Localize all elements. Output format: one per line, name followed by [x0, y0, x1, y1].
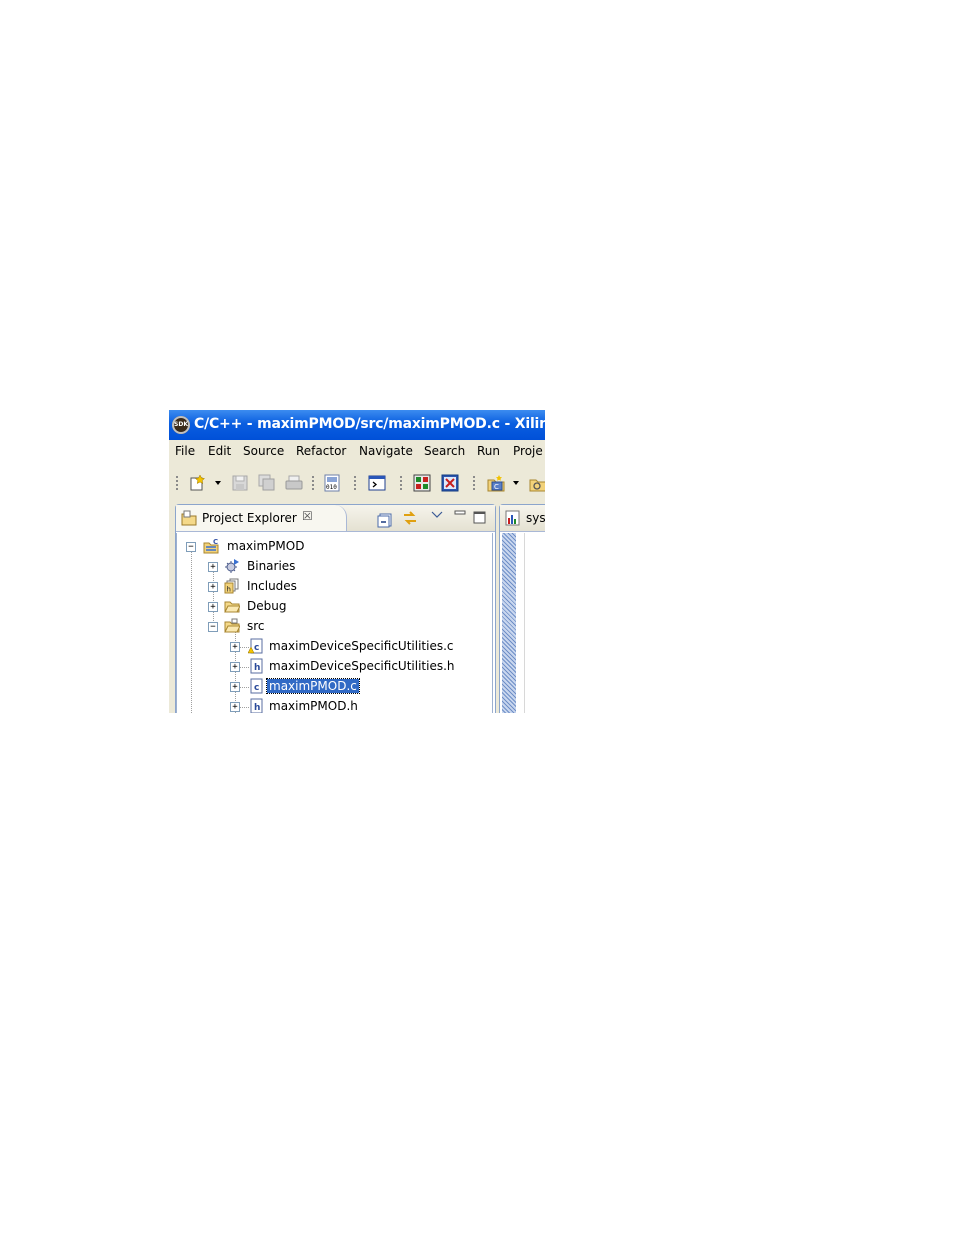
program-fpga-icon[interactable] — [413, 474, 431, 492]
expand-icon[interactable]: + — [230, 682, 240, 692]
link-with-editor-icon[interactable] — [402, 510, 418, 526]
tree-item-label: maximDeviceSpecificUtilities.h — [269, 659, 455, 673]
editor-ruler — [502, 533, 516, 713]
toolbar-separator — [354, 476, 356, 492]
tree-item-label: maximPMOD — [227, 539, 305, 553]
project-explorer-icon — [181, 510, 197, 526]
new-c-project-icon[interactable]: C — [487, 474, 505, 492]
svg-text:010: 010 — [326, 484, 337, 491]
title-bar[interactable]: SDK C/C++ - maximPMOD/src/maximPMOD.c - … — [169, 410, 545, 440]
minimize-icon[interactable] — [452, 508, 468, 524]
svg-text:C: C — [213, 538, 218, 546]
expand-icon[interactable]: + — [208, 562, 218, 572]
svg-text:h: h — [254, 703, 260, 713]
expand-icon[interactable]: + — [230, 662, 240, 672]
menu-source[interactable]: Source — [243, 444, 284, 458]
xilinx-tools-icon[interactable] — [441, 474, 459, 492]
svg-text:h: h — [227, 586, 231, 594]
project-explorer-tab[interactable]: Project Explorer ☒ — [176, 505, 347, 531]
toolbar-separator — [312, 476, 314, 492]
svg-text:h: h — [254, 663, 260, 673]
tree-item-includes[interactable]: + h Includes — [177, 578, 492, 596]
toolbar-separator — [176, 476, 178, 492]
menu-navigate[interactable]: Navigate — [359, 444, 413, 458]
menu-project[interactable]: Proje — [513, 444, 543, 458]
maximize-icon[interactable] — [472, 510, 488, 526]
c-source-file-icon: c — [250, 678, 263, 694]
expand-icon[interactable]: + — [230, 642, 240, 652]
svg-text:c: c — [254, 643, 259, 653]
new-project-dropdown-icon[interactable] — [513, 481, 519, 485]
close-icon[interactable]: ☒ — [302, 509, 313, 523]
new-icon[interactable] — [189, 474, 207, 492]
project-tree: − C maximPMOD + Binaries + h Includes + … — [176, 533, 493, 713]
toolbar-separator — [400, 476, 402, 492]
tree-item-label: maximDeviceSpecificUtilities.c — [269, 639, 454, 653]
window-title: C/C++ - maximPMOD/src/maximPMOD.c - Xili… — [194, 416, 545, 432]
terminal-icon[interactable] — [368, 474, 386, 492]
tree-item-label: Binaries — [247, 559, 296, 573]
project-explorer-panel: Project Explorer ☒ − C maximPMOD + Binar… — [175, 504, 496, 713]
tree-item-debug[interactable]: + Debug — [177, 598, 492, 616]
menu-bar: File Edit Source Refactor Navigate Searc… — [169, 440, 545, 462]
editor-panel: sys — [499, 504, 545, 713]
collapse-icon[interactable]: − — [186, 542, 196, 552]
tree-item-label: src — [247, 619, 265, 633]
svg-text:c: c — [254, 683, 259, 693]
new-dropdown-icon[interactable] — [215, 481, 221, 485]
source-folder-icon — [224, 618, 240, 633]
editor-tab-label: sys — [526, 511, 545, 525]
tree-item-file[interactable]: + h maximDeviceSpecificUtilities.h — [177, 658, 492, 676]
main-toolbar: 010 C — [169, 465, 545, 501]
open-folder-icon[interactable] — [529, 474, 545, 492]
binaries-icon — [225, 559, 239, 573]
svg-text:C: C — [494, 483, 499, 491]
expand-icon[interactable]: + — [230, 702, 240, 712]
save-all-icon[interactable] — [258, 474, 276, 492]
menu-file[interactable]: File — [175, 444, 195, 458]
expand-icon[interactable]: + — [208, 582, 218, 592]
tree-item-label: maximPMOD.c — [266, 678, 360, 694]
menu-run[interactable]: Run — [477, 444, 500, 458]
collapse-all-icon[interactable] — [377, 512, 393, 528]
tree-item-label: maximPMOD.h — [269, 699, 358, 713]
tree-item-binaries[interactable]: + Binaries — [177, 558, 492, 576]
tree-item-label: Debug — [247, 599, 287, 613]
build-binary-icon[interactable]: 010 — [323, 474, 341, 492]
editor-margin — [524, 533, 525, 713]
eclipse-window: SDK C/C++ - maximPMOD/src/maximPMOD.c - … — [169, 410, 545, 713]
project-explorer-tab-bar: Project Explorer ☒ — [176, 505, 495, 532]
folder-icon — [224, 601, 240, 613]
tree-item-label: Includes — [247, 579, 297, 593]
header-file-icon: h — [250, 698, 263, 713]
system-file-icon — [505, 510, 520, 526]
toolbar-separator — [473, 476, 475, 492]
collapse-icon[interactable]: − — [208, 622, 218, 632]
includes-icon: h — [224, 578, 239, 594]
tree-item-root[interactable]: − C maximPMOD — [177, 538, 492, 556]
save-icon[interactable] — [231, 474, 249, 492]
editor-tab[interactable]: sys — [500, 505, 545, 532]
c-project-icon: C — [203, 538, 219, 554]
tree-item-file[interactable]: + h maximPMOD.h — [177, 698, 492, 713]
menu-refactor[interactable]: Refactor — [296, 444, 346, 458]
view-menu-chevron-down-icon[interactable] — [429, 508, 445, 524]
tree-item-src[interactable]: − src — [177, 618, 492, 636]
expand-icon[interactable]: + — [208, 602, 218, 612]
print-icon[interactable] — [285, 474, 303, 492]
tree-item-file-selected[interactable]: + c maximPMOD.c — [177, 678, 492, 696]
c-source-file-warning-icon: c — [248, 638, 263, 654]
project-explorer-tab-label: Project Explorer — [202, 511, 297, 525]
header-file-icon: h — [250, 658, 263, 674]
menu-search[interactable]: Search — [424, 444, 465, 458]
menu-edit[interactable]: Edit — [208, 444, 231, 458]
sdk-logo-icon: SDK — [172, 416, 190, 434]
tree-item-file[interactable]: + c maximDeviceSpecificUtilities.c — [177, 638, 492, 656]
